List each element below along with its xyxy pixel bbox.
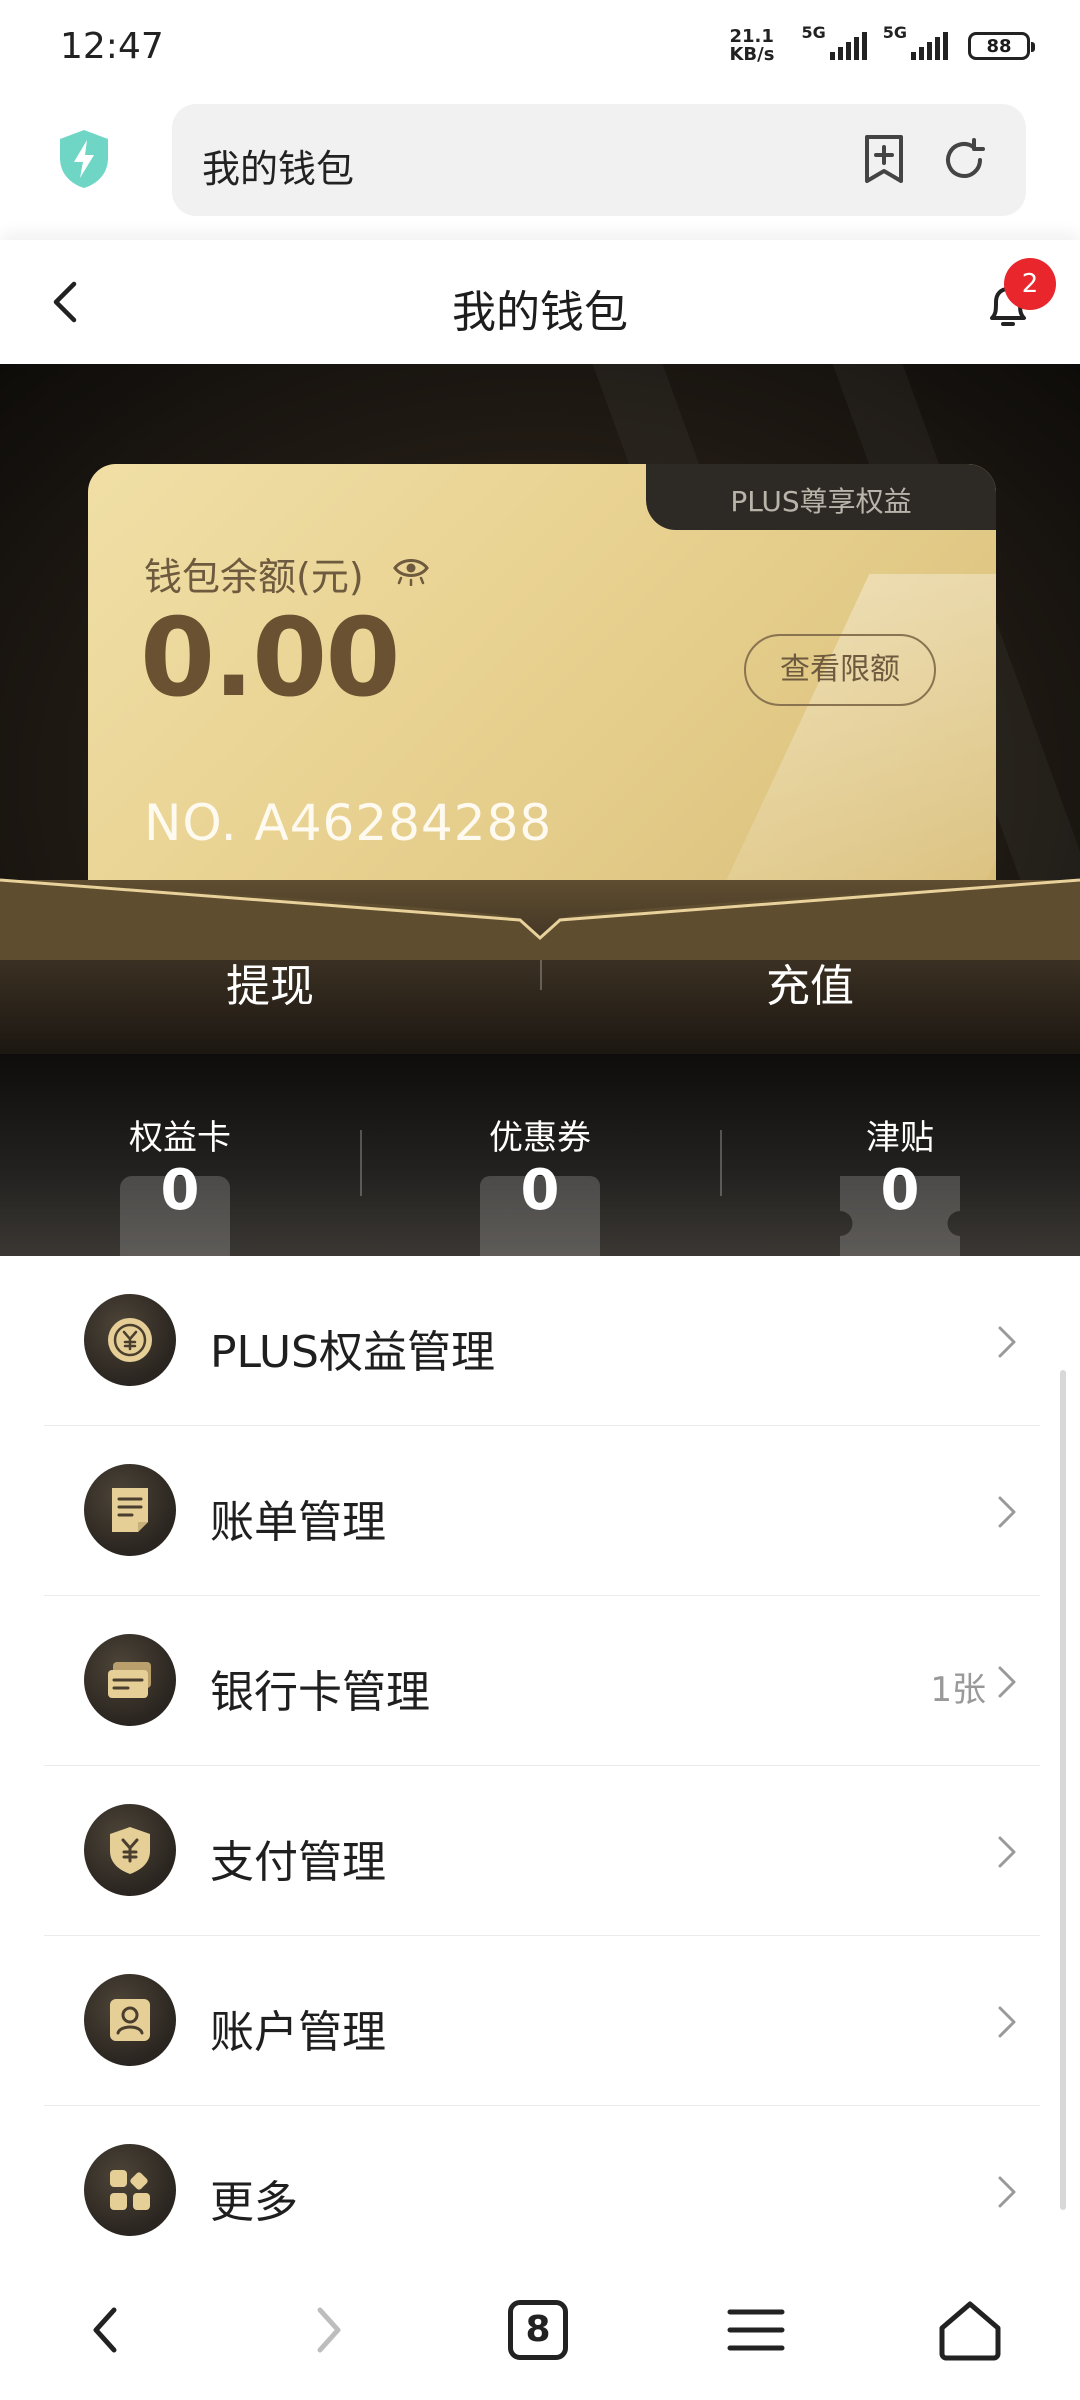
stats-row: 权益卡 0 优惠券 0 津贴 0 [0, 1054, 1080, 1256]
wallet-hero: PLUS尊享权益 钱包余额(元) 0.00 查看限额 NO. A46284288… [0, 364, 1080, 1054]
stat-coupons[interactable]: 优惠券 0 [360, 1054, 720, 1256]
chevron-right-icon [998, 1326, 1016, 1358]
url-field[interactable]: 我的钱包 [172, 104, 1026, 216]
chevron-right-icon [998, 1496, 1016, 1528]
plus-benefits-tab[interactable]: PLUS尊享权益 [646, 464, 996, 530]
reload-icon[interactable] [940, 136, 988, 184]
back-icon[interactable] [68, 2290, 148, 2370]
home-icon[interactable] [930, 2290, 1010, 2370]
bank-card-icon [84, 1634, 176, 1726]
more-grid-icon [84, 2144, 176, 2236]
tray-divider [540, 960, 542, 990]
menu-item-bills[interactable]: 账单管理 [0, 1426, 1080, 1596]
menu-item-account[interactable]: 账户管理 [0, 1936, 1080, 2106]
chevron-right-icon [998, 1836, 1016, 1868]
action-tray: 提现 充值 [0, 878, 1080, 1054]
forward-icon[interactable] [286, 2290, 366, 2370]
page-header: 我的钱包 2 [0, 240, 1080, 364]
bank-card-count: 1张 [930, 1670, 986, 1710]
recharge-button[interactable]: 充值 [766, 950, 854, 1014]
notification-badge: 2 [1004, 258, 1056, 310]
chevron-right-icon [998, 2176, 1016, 2208]
status-indicators: 21.1 KB/s 5G 5G 88 [729, 23, 1035, 65]
shield-bolt-icon[interactable] [56, 128, 112, 190]
chevron-right-icon [998, 1666, 1016, 1698]
menu-item-more[interactable]: 更多 [0, 2106, 1080, 2276]
battery-icon: 88 [968, 32, 1035, 60]
view-limit-button[interactable]: 查看限额 [744, 634, 936, 706]
menu-item-payment[interactable]: 支付管理 [0, 1766, 1080, 1936]
account-icon [84, 1974, 176, 2066]
page-scrollbar[interactable] [1060, 1370, 1066, 2210]
browser-address-bar: 我的钱包 [0, 96, 1080, 238]
stat-allowance[interactable]: 津贴 0 [720, 1054, 1080, 1256]
balance-amount: 0.00 [140, 596, 400, 721]
chevron-right-icon [998, 2006, 1016, 2038]
signal-bars-icon [911, 32, 948, 60]
menu-item-plus-benefits[interactable]: PLUS权益管理 [0, 1256, 1080, 1426]
bill-icon [84, 1464, 176, 1556]
status-bar: 12:47 21.1 KB/s 5G 5G 88 [0, 0, 1080, 96]
menu-item-bank-cards[interactable]: 银行卡管理 1张 [0, 1596, 1080, 1766]
menu-icon[interactable] [716, 2290, 796, 2370]
payment-shield-icon [84, 1804, 176, 1896]
tabs-icon[interactable]: 8 [508, 2300, 588, 2380]
network-speed: 21.1 KB/s [729, 26, 775, 65]
withdraw-button[interactable]: 提现 [226, 950, 314, 1014]
balance-label: 钱包余额(元) [144, 555, 364, 599]
signal-bars-icon [829, 32, 867, 60]
plus-coin-icon [84, 1294, 176, 1386]
tray-curve [0, 878, 1080, 960]
status-time: 12:47 [60, 26, 164, 67]
bookmark-add-icon[interactable] [862, 134, 906, 184]
eye-icon[interactable] [392, 556, 430, 586]
signal-sim2: 5G [883, 23, 948, 60]
url-text: 我的钱包 [202, 147, 355, 191]
menu-list: PLUS权益管理 账单管理 银行卡管理 1张 支付管理 账户管理 更多 [0, 1256, 1080, 2276]
stat-benefit-cards[interactable]: 权益卡 0 [0, 1054, 360, 1256]
browser-bottom-nav: 8 [0, 2270, 1080, 2400]
tab-count: 8 [508, 2300, 568, 2360]
page-title: 我的钱包 [452, 287, 628, 338]
signal-sim1: 5G [801, 23, 867, 60]
